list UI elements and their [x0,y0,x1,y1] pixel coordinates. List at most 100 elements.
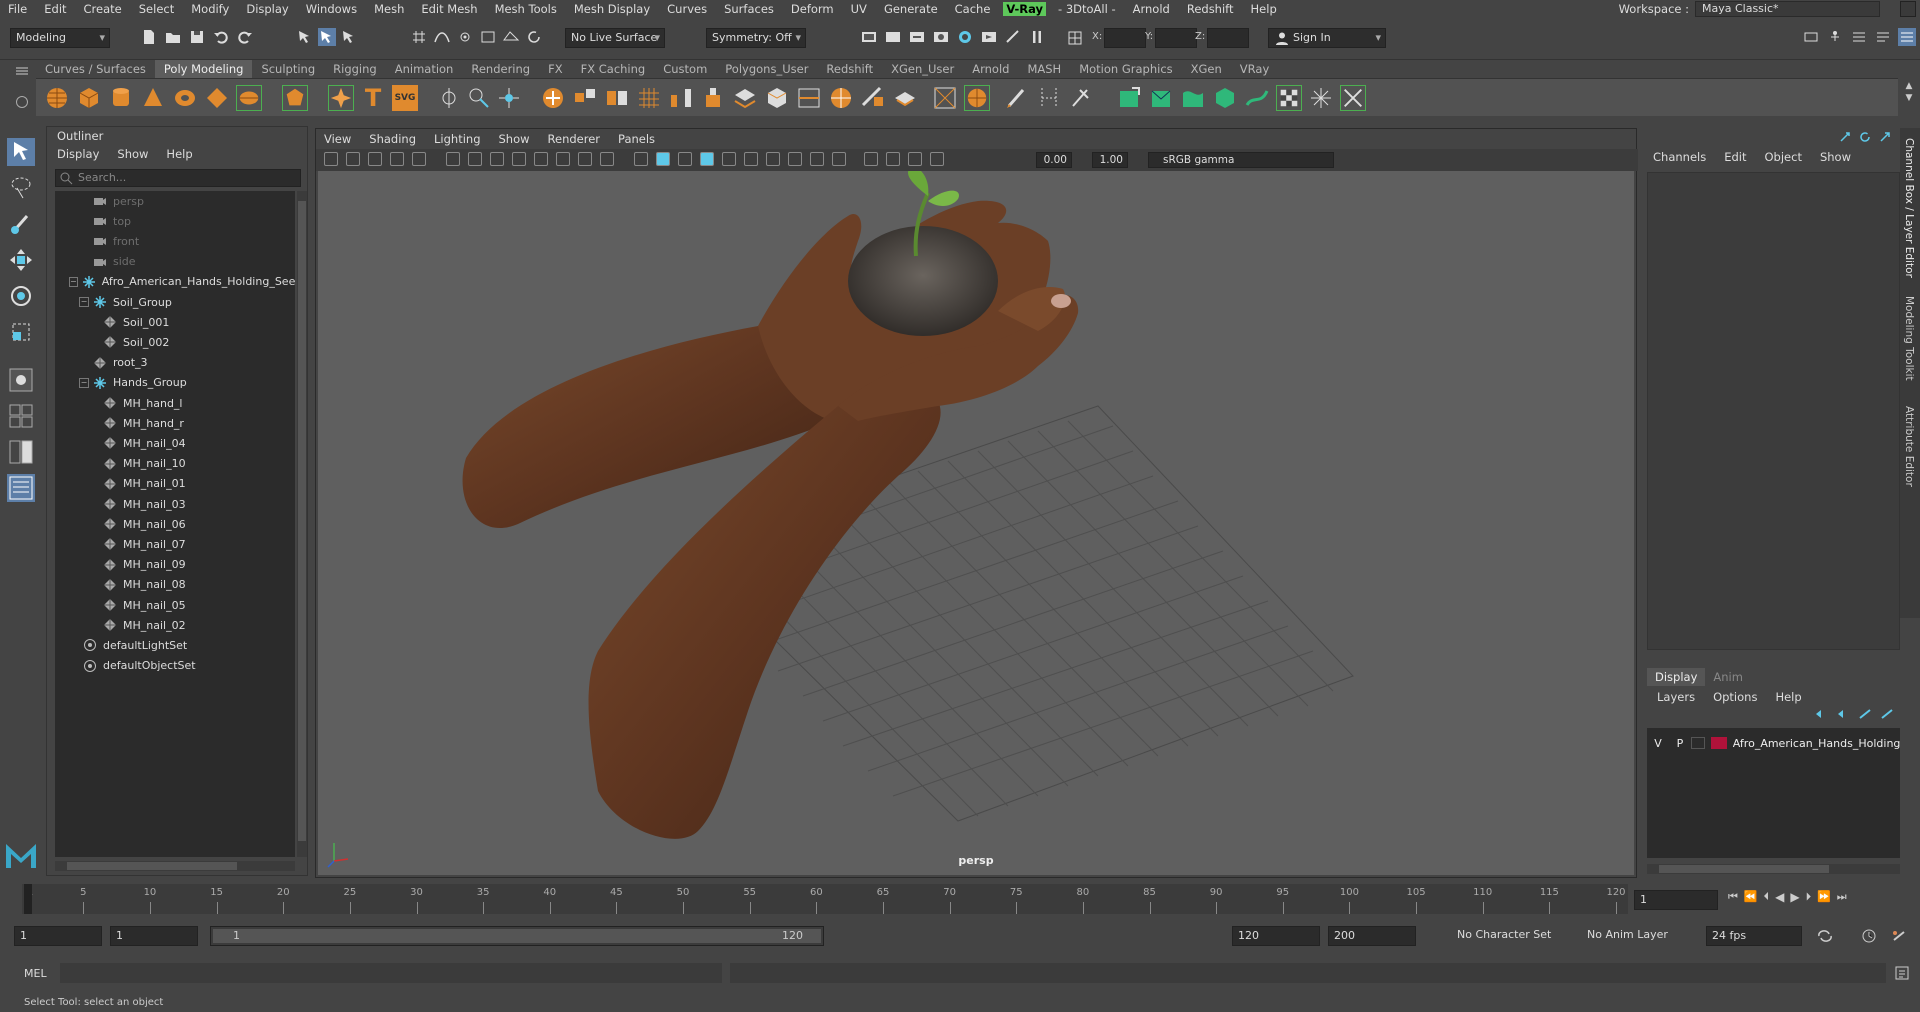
outliner-row[interactable]: MH_hand_l [55,393,295,413]
snap-surface-icon[interactable] [502,28,520,46]
combine-icon[interactable] [540,85,566,111]
current-frame-field[interactable]: 1 [1634,890,1718,910]
connect-icon[interactable] [860,85,886,111]
new-scene-icon[interactable] [140,28,158,46]
poly-cube-icon[interactable] [76,85,102,111]
hierarchy-select-icon[interactable] [296,28,314,46]
shelf-tab-custom[interactable]: Custom [654,60,716,78]
tab-modeling-toolkit[interactable]: Modeling Toolkit [1903,296,1915,381]
menu-edit[interactable]: Edit [36,2,75,16]
menu-windows[interactable]: Windows [298,2,366,16]
shelf-tab-rigging[interactable]: Rigging [324,60,386,78]
menu-generate[interactable]: Generate [876,2,947,16]
bridge-icon[interactable] [668,85,694,111]
xray-joints-icon[interactable] [908,152,922,166]
2d-pan-zoom-icon[interactable] [412,152,426,166]
outliner-row[interactable]: defaultLightSet [55,635,295,655]
vray-scatter-icon[interactable] [1308,85,1334,111]
poly-sphere-icon[interactable] [44,85,70,111]
append-polygon-icon[interactable] [732,85,758,111]
outliner-row[interactable]: − Soil_Group [55,292,295,312]
channel-box-menu-channels[interactable]: Channels [1653,150,1706,164]
menu-mesh-display[interactable]: Mesh Display [566,2,659,16]
vray-mesh-export-icon[interactable] [1148,85,1174,111]
viewport-menu-panels[interactable]: Panels [618,132,655,146]
uv-sphere-icon[interactable] [964,85,990,111]
menu-modify[interactable]: Modify [183,2,238,16]
sculpt-grab-icon[interactable] [1068,85,1094,111]
viewport-menu-view[interactable]: View [324,132,351,146]
outliner-row[interactable]: MH_nail_07 [55,534,295,554]
xray-icon[interactable] [886,152,900,166]
move-tool-icon[interactable] [7,246,35,274]
outliner-row[interactable]: Soil_001 [55,312,295,332]
mesh-reduce-icon[interactable] [496,85,522,111]
two-pane-layout-icon[interactable] [7,438,35,466]
fill-hole-icon[interactable] [764,85,790,111]
anim-layer-dropdown[interactable]: No Anim Layer [1582,926,1682,946]
select-camera-icon[interactable] [324,152,338,166]
current-time-marker[interactable] [24,884,32,914]
scroll-up-icon[interactable]: ▲ [1902,80,1916,92]
vray-close-tool-icon[interactable] [1340,85,1366,111]
outliner-row[interactable]: side [55,252,295,272]
save-scene-icon[interactable] [188,28,206,46]
viewport-menu-shading[interactable]: Shading [369,132,416,146]
isolate-select-icon[interactable] [864,152,878,166]
step-forward-frame-icon[interactable]: ⏵ [1806,890,1812,904]
symmetry-dropdown[interactable]: Symmetry: Off [706,28,806,48]
outliner-layout-icon[interactable] [7,474,35,502]
backface-culling-icon[interactable] [930,152,944,166]
render-settings-icon[interactable] [908,28,926,46]
animation-prefs-icon[interactable] [1890,928,1908,944]
outliner-row[interactable]: persp [55,191,295,211]
undo-icon[interactable] [212,28,230,46]
outliner-menu-help[interactable]: Help [166,147,192,161]
vray-ipr-icon[interactable] [980,28,998,46]
use-all-lights-icon[interactable] [722,152,736,166]
menu-surfaces[interactable]: Surfaces [716,2,783,16]
character-set-dropdown[interactable]: No Character Set [1452,926,1570,946]
outliner-menu-show[interactable]: Show [117,147,148,161]
playback-start-field[interactable]: 1 [110,926,198,946]
outliner-row[interactable]: defaultObjectSet [55,656,295,676]
film-gate-icon[interactable] [490,152,504,166]
time-slider-track[interactable]: 1510152025303540455055606570758085909510… [22,884,1628,914]
refresh-icon[interactable] [1858,130,1872,144]
ipr-render-icon[interactable] [884,28,902,46]
pin-icon[interactable] [1838,130,1852,144]
menu-file[interactable]: File [0,2,36,16]
safe-title-icon[interactable] [600,152,614,166]
menu-redshift[interactable]: Redshift [1179,2,1243,16]
outliner-row[interactable]: MH_nail_08 [55,575,295,595]
render-frame-icon[interactable] [860,28,878,46]
super-shape-icon[interactable] [328,85,354,111]
script-editor-icon[interactable] [1894,965,1910,981]
viewport-menu-renderer[interactable]: Renderer [548,132,601,146]
channel-box-menu-object[interactable]: Object [1765,150,1802,164]
z-field[interactable] [1207,28,1249,48]
menu-mesh[interactable]: Mesh [366,2,413,16]
outliner-vscrollbar[interactable] [297,191,307,857]
camera-attributes-icon[interactable] [346,152,360,166]
outliner-row[interactable]: front [55,231,295,251]
expand-icon[interactable] [1878,130,1892,144]
smooth-icon[interactable] [636,85,662,111]
new-layer-icon[interactable] [1858,708,1872,720]
object-select-icon[interactable] [318,28,336,46]
outliner-row[interactable]: MH_nail_02 [55,615,295,635]
paint-brush-icon[interactable] [1004,85,1030,111]
field-chart-icon[interactable] [556,152,570,166]
poly-cone-icon[interactable] [140,85,166,111]
svg-tool-icon[interactable]: SVG [392,85,418,111]
transform-mode-icon[interactable] [1066,29,1084,47]
outliner-row[interactable]: Soil_002 [55,332,295,352]
y-field[interactable] [1155,28,1197,48]
hypershade-icon[interactable] [932,28,950,46]
snap-view-icon[interactable] [479,28,497,46]
step-back-key-icon[interactable]: ⏪ [1744,890,1758,904]
outliner-row[interactable]: MH_nail_03 [55,494,295,514]
menu-arnold[interactable]: Arnold [1125,2,1179,16]
shadows-icon[interactable] [744,152,758,166]
outliner-row[interactable]: MH_nail_06 [55,514,295,534]
